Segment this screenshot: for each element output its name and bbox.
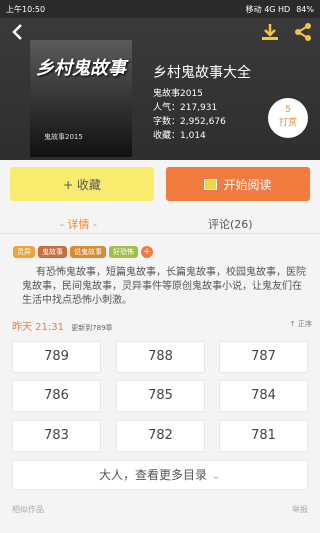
update-time: 昨天 21:31	[12, 322, 64, 333]
status-battery: 84%	[296, 4, 314, 14]
update-chapter: 更新到789章	[71, 324, 113, 332]
tag[interactable]: 鬼故事	[38, 246, 67, 258]
status-time: 上午10:50	[6, 4, 46, 14]
chapter-button[interactable]: 787	[219, 341, 308, 373]
chapter-button[interactable]: 786	[12, 380, 101, 412]
share-icon[interactable]	[293, 22, 313, 42]
chapter-button[interactable]: 788	[116, 341, 205, 373]
book-collects: 收藏：1,014	[153, 131, 206, 141]
book-word-count: 字数：2,952,676	[153, 117, 226, 127]
tag[interactable]: 灵异	[13, 246, 35, 258]
book-popularity: 人气：217,931	[153, 103, 218, 113]
cover-title: 乡村鬼故事	[36, 58, 126, 79]
chapter-button[interactable]: 781	[219, 420, 308, 452]
start-reading-label: 开始阅读	[223, 177, 272, 192]
chevron-down-icon: ⌄	[210, 468, 221, 482]
cover-author: 鬼故事2015	[44, 133, 83, 141]
download-icon[interactable]	[260, 22, 280, 42]
start-reading-button[interactable]: 开始阅读	[166, 167, 310, 201]
similar-works-label[interactable]: 相似作品	[12, 505, 44, 514]
more-catalog-label: 大人，查看更多目录	[99, 468, 208, 482]
tag-list: 灵异 鬼故事 说鬼故事 好恐怖 +	[13, 246, 153, 258]
tab-bar: - 详情 - 评论(26)	[0, 212, 320, 234]
sort-order-toggle[interactable]: ↑ 正序	[290, 319, 312, 329]
favorite-label: + 收藏	[63, 177, 101, 192]
chapter-button[interactable]: 783	[12, 420, 101, 452]
status-carrier: 移动 4G HD	[245, 4, 291, 14]
reward-label: 打赏	[278, 118, 297, 128]
book-author: 鬼故事2015	[153, 89, 203, 99]
chapter-button[interactable]: 785	[116, 380, 205, 412]
book-description: 有恐怖鬼故事，短篇鬼故事，长篇鬼故事，校园鬼故事，医院鬼故事，民间鬼故事，灵异事…	[22, 267, 306, 306]
reward-count: 5	[285, 105, 291, 115]
report-link[interactable]: 举报	[292, 504, 308, 515]
chapter-button[interactable]: 782	[116, 420, 205, 452]
update-row: 昨天 21:31 更新到789章 ↑ 正序	[12, 318, 312, 333]
status-bar: 上午10:50 移动 4G HD 84%	[0, 0, 320, 18]
tag[interactable]: 好恐怖	[109, 246, 138, 258]
add-tag-icon[interactable]: +	[141, 246, 153, 258]
tag[interactable]: 说鬼故事	[70, 246, 106, 258]
book-cover[interactable]: 乡村鬼故事 鬼故事2015	[30, 40, 132, 157]
bottom-row: 相似作品 举报	[12, 504, 308, 515]
tab-divider	[0, 233, 320, 234]
book-header: 乡村鬼故事 鬼故事2015 乡村鬼故事大全 鬼故事2015 人气：217,931…	[0, 18, 320, 160]
chapter-button[interactable]: 789	[12, 341, 101, 373]
sort-order-label: 正序	[298, 320, 312, 328]
book-title: 乡村鬼故事大全	[153, 65, 251, 81]
more-catalog-button[interactable]: 大人，查看更多目录 ⌄	[12, 460, 308, 490]
favorite-button[interactable]: + 收藏	[10, 167, 154, 201]
reward-button[interactable]: 5 打赏	[268, 98, 308, 138]
chapter-button[interactable]: 784	[219, 380, 308, 412]
tab-detail[interactable]: - 详情 -	[60, 216, 97, 232]
book-icon	[204, 178, 218, 190]
back-arrow-icon[interactable]	[8, 22, 28, 42]
tab-comments[interactable]: 评论(26)	[208, 216, 253, 232]
